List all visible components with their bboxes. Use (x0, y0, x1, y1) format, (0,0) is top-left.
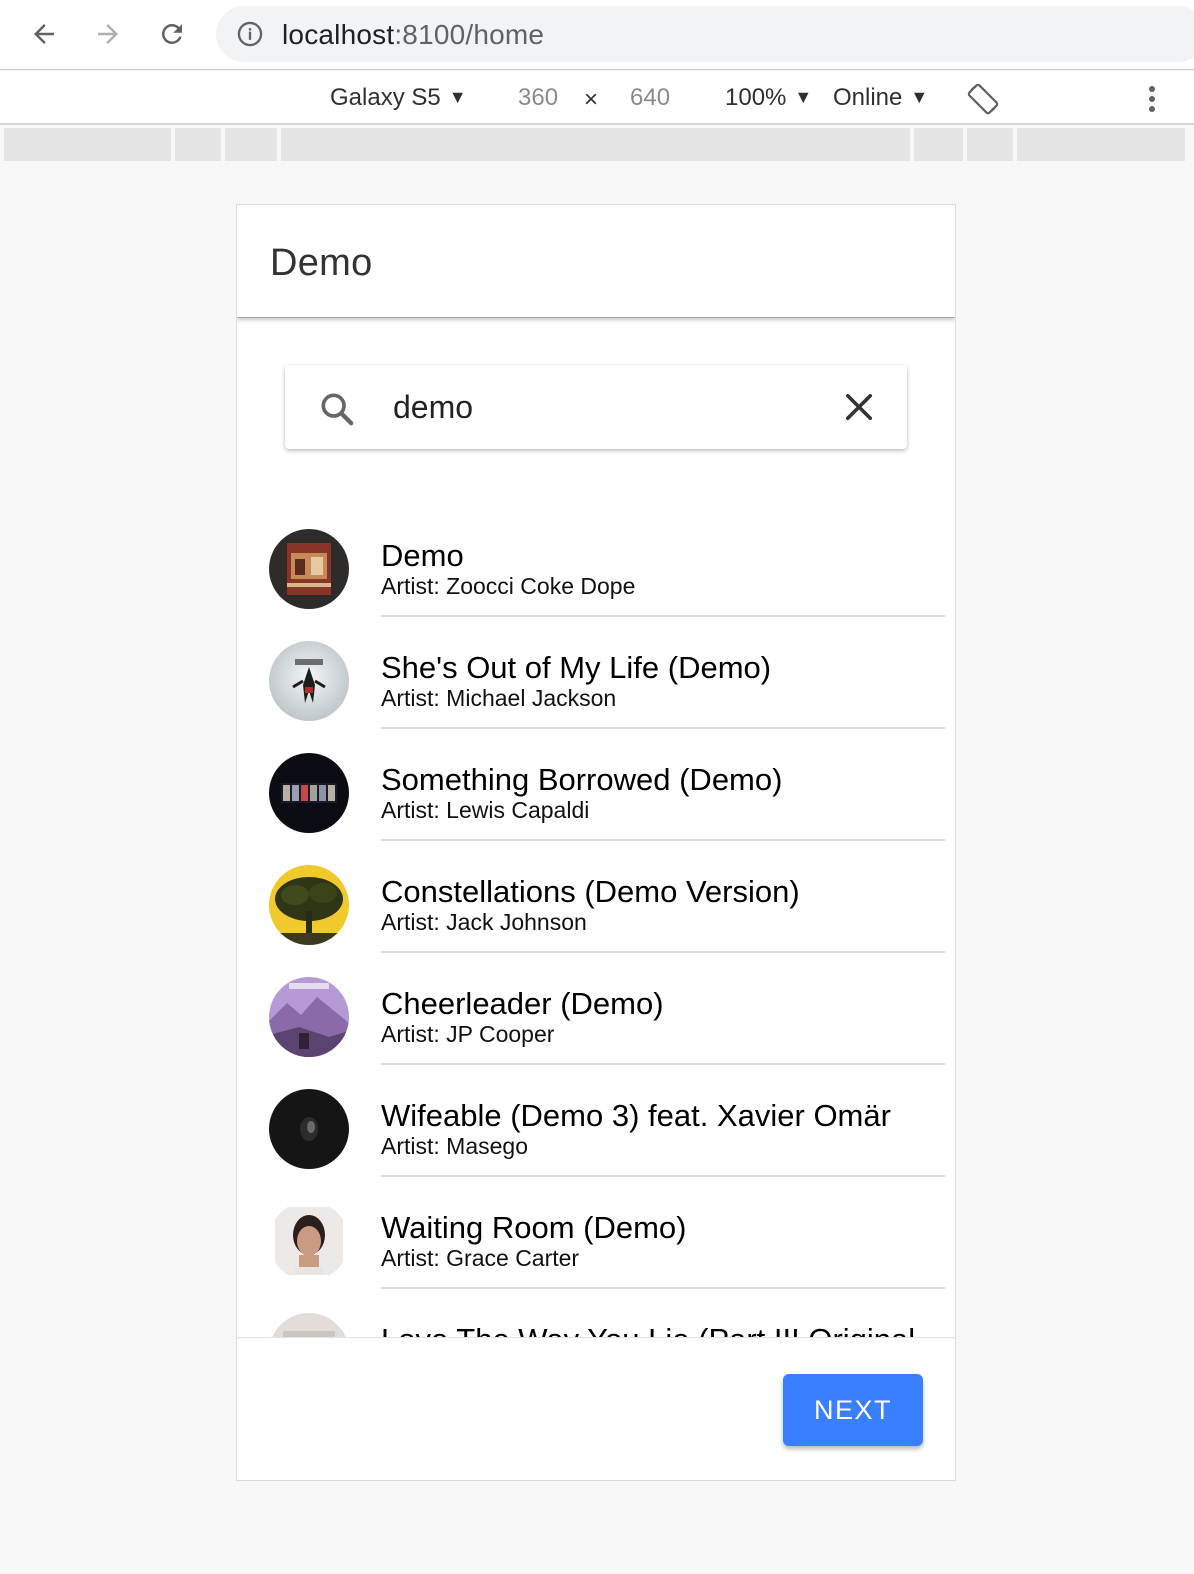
list-item[interactable]: Something Borrowed (Demo) Artist: Lewis … (237, 729, 955, 841)
album-art-icon (269, 753, 349, 833)
url-text: localhost:8100/home (282, 19, 544, 51)
forward-button[interactable] (88, 14, 128, 54)
album-art-icon (269, 1089, 349, 1169)
song-title: She's Out of My Life (Demo) (381, 650, 772, 685)
close-icon[interactable] (841, 389, 877, 425)
search-icon (321, 393, 354, 426)
list-item[interactable]: Love The Way You Lie (Part III Original (237, 1289, 955, 1337)
list-item[interactable]: She's Out of My Life (Demo) Artist: Mich… (237, 617, 955, 729)
item-text: She's Out of My Life (Demo) Artist: Mich… (381, 651, 945, 729)
list-item[interactable]: Wifeable (Demo 3) feat. Xavier Omär Arti… (237, 1065, 955, 1177)
list-item[interactable]: Cheerleader (Demo) Artist: JP Cooper (237, 953, 955, 1065)
arrow-left-icon (34, 24, 54, 44)
media-query-bar[interactable] (1017, 128, 1185, 161)
more-options-icon[interactable] (1140, 84, 1164, 114)
zoom-select[interactable]: 100% ▼ (725, 84, 812, 112)
info-icon[interactable] (236, 20, 264, 48)
browser-address-bar: localhost:8100/home (0, 0, 1194, 70)
song-title: Demo (381, 538, 464, 573)
song-artist: Artist: Grace Carter (381, 1245, 580, 1271)
song-artist: Artist: Lewis Capaldi (381, 797, 590, 823)
dimension-separator: × (584, 86, 599, 113)
item-text: Love The Way You Lie (Part III Original (381, 1323, 945, 1338)
item-text: Something Borrowed (Demo) Artist: Lewis … (381, 763, 945, 841)
album-art-icon (269, 865, 349, 945)
song-title: Waiting Room (Demo) (381, 1210, 687, 1245)
list-item[interactable]: Constellations (Demo Version) Artist: Ja… (237, 841, 955, 953)
page-title: Demo (270, 242, 373, 284)
album-art-icon (269, 1201, 349, 1281)
searchbar[interactable] (285, 365, 907, 449)
song-title: Constellations (Demo Version) (381, 874, 800, 909)
reload-icon (161, 23, 182, 44)
song-artist: Artist: Jack Johnson (381, 909, 587, 935)
media-query-bar[interactable] (175, 128, 221, 161)
device-select[interactable]: Galaxy S5 ▼ (330, 84, 467, 112)
album-art-icon (269, 977, 349, 1057)
album-art-icon (269, 1313, 349, 1337)
list-item[interactable]: Demo Artist: Zoocci Coke Dope (237, 505, 955, 617)
device-name: Galaxy S5 (330, 84, 441, 111)
media-query-bar[interactable] (281, 128, 910, 161)
item-text: Wifeable (Demo 3) feat. Xavier Omär Arti… (381, 1099, 945, 1177)
device-toolbar: Galaxy S5 ▼ 360 × 640 100% ▼ Online ▼ (0, 71, 1194, 125)
song-artist: Artist: JP Cooper (381, 1021, 555, 1047)
dropdown-caret-icon: ▼ (448, 87, 467, 107)
device-viewport: Demo Demo (236, 204, 956, 1481)
song-artist: Artist: Michael Jackson (381, 685, 617, 711)
reload-button[interactable] (152, 14, 192, 54)
rotate-icon[interactable] (966, 82, 1000, 116)
results-list: Demo Artist: Zoocci Coke Dope She's Out … (237, 505, 955, 1337)
item-text: Cheerleader (Demo) Artist: JP Cooper (381, 987, 945, 1065)
dropdown-caret-icon: ▼ (910, 87, 929, 107)
width-field[interactable]: 360 (518, 84, 558, 112)
media-query-bar[interactable] (914, 128, 963, 161)
back-button[interactable] (24, 14, 64, 54)
url-path: :8100/home (394, 19, 545, 50)
next-button[interactable]: NEXT (783, 1374, 923, 1446)
height-field[interactable]: 640 (630, 84, 670, 112)
url-field[interactable]: localhost:8100/home (216, 6, 1194, 62)
album-art-icon (269, 529, 349, 609)
dropdown-caret-icon: ▼ (794, 87, 813, 107)
network-select[interactable]: Online ▼ (833, 84, 928, 112)
media-query-bar[interactable] (225, 128, 277, 161)
search-input[interactable] (393, 383, 813, 431)
song-artist: Artist: Zoocci Coke Dope (381, 573, 636, 599)
song-title: Wifeable (Demo 3) feat. Xavier Omär (381, 1098, 891, 1133)
item-text: Constellations (Demo Version) Artist: Ja… (381, 875, 945, 953)
arrow-right-icon (98, 24, 118, 44)
app-header: Demo (237, 205, 955, 317)
media-query-bar[interactable] (4, 128, 171, 161)
zoom-value: 100% (725, 84, 787, 111)
app-footer: NEXT (237, 1337, 955, 1480)
item-text: Demo Artist: Zoocci Coke Dope (381, 539, 945, 617)
song-title: Something Borrowed (Demo) (381, 762, 783, 797)
network-value: Online (833, 84, 903, 111)
song-title: Cheerleader (Demo) (381, 986, 664, 1021)
item-text: Waiting Room (Demo) Artist: Grace Carter (381, 1211, 945, 1289)
album-art-icon (269, 641, 349, 721)
url-host: localhost (282, 19, 395, 50)
song-artist: Artist: Masego (381, 1133, 528, 1159)
list-item[interactable]: Waiting Room (Demo) Artist: Grace Carter (237, 1177, 955, 1289)
song-title: Love The Way You Lie (Part III Original (381, 1323, 945, 1338)
media-query-bar[interactable] (967, 128, 1013, 161)
